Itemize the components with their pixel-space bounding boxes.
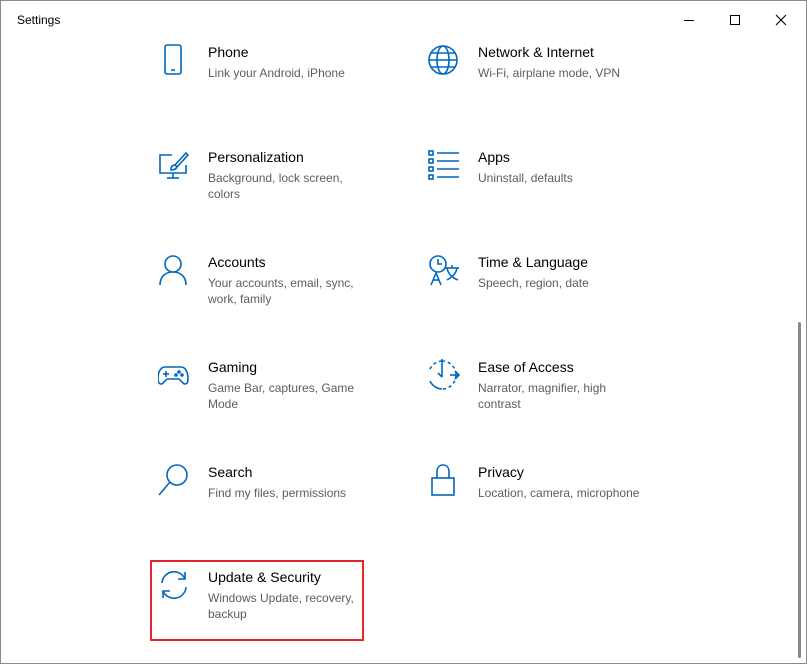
settings-tile-time-language[interactable]: Time & Language Speech, region, date xyxy=(428,254,658,334)
highlight-box xyxy=(150,560,364,641)
settings-tile-gaming[interactable]: Gaming Game Bar, captures, Game Mode xyxy=(158,359,388,439)
tile-description: Link your Android, iPhone xyxy=(208,66,345,80)
scrollbar[interactable] xyxy=(798,322,801,658)
window-title: Settings xyxy=(17,13,61,27)
maximize-icon xyxy=(730,15,740,25)
settings-home: Phone Link your Android, iPhone Network … xyxy=(1,39,806,663)
tile-description: Wi-Fi, airplane mode, VPN xyxy=(478,66,621,80)
settings-tile-search[interactable]: Search Find my files, permissions xyxy=(158,464,388,544)
tile-title: Apps xyxy=(478,149,510,165)
settings-tile-apps[interactable]: Apps Uninstall, defaults xyxy=(428,149,658,229)
tile-title: Privacy xyxy=(478,464,524,480)
time-language-icon xyxy=(428,254,460,286)
close-icon xyxy=(775,14,787,26)
tile-title: Personalization xyxy=(208,149,304,165)
settings-tile-personalization[interactable]: Personalization Background, lock screen,… xyxy=(158,149,388,229)
settings-tile-network[interactable]: Network & Internet Wi-Fi, airplane mode,… xyxy=(428,44,658,124)
tile-description: Your accounts, email, sync, work, family xyxy=(208,276,354,306)
tile-description: Find my files, permissions xyxy=(208,486,347,500)
settings-window: Settings Phone Link your Android, iPhone… xyxy=(0,0,807,664)
tile-title: Time & Language xyxy=(478,254,588,270)
gamepad-icon xyxy=(158,359,190,391)
tile-title: Ease of Access xyxy=(478,359,574,375)
title-bar[interactable]: Settings xyxy=(1,1,806,39)
lock-icon xyxy=(428,464,460,496)
settings-tile-accounts[interactable]: Accounts Your accounts, email, sync, wor… xyxy=(158,254,388,334)
tile-description: Background, lock screen, colors xyxy=(208,171,343,201)
tile-description: Uninstall, defaults xyxy=(478,171,573,185)
person-icon xyxy=(158,254,190,286)
paint-monitor-icon xyxy=(158,149,190,181)
tile-title: Gaming xyxy=(208,359,258,375)
close-button[interactable] xyxy=(758,1,804,39)
tile-description: Game Bar, captures, Game Mode xyxy=(208,381,355,411)
tile-description: Narrator, magnifier, high contrast xyxy=(478,381,607,411)
settings-tile-ease-of-access[interactable]: Ease of Access Narrator, magnifier, high… xyxy=(428,359,658,439)
settings-tile-phone[interactable]: Phone Link your Android, iPhone xyxy=(158,44,388,124)
apps-list-icon xyxy=(428,149,460,181)
settings-tile-privacy[interactable]: Privacy Location, camera, microphone xyxy=(428,464,658,544)
tile-title: Accounts xyxy=(208,254,266,270)
maximize-button[interactable] xyxy=(712,1,758,39)
tile-title: Phone xyxy=(208,44,249,60)
tile-title: Search xyxy=(208,464,253,480)
globe-icon xyxy=(428,44,460,76)
ease-of-access-icon xyxy=(428,359,460,391)
minimize-button[interactable] xyxy=(666,1,712,39)
phone-icon xyxy=(158,44,190,76)
tile-description: Location, camera, microphone xyxy=(478,486,640,500)
minimize-icon xyxy=(684,20,694,21)
search-icon xyxy=(158,464,190,496)
tile-description: Speech, region, date xyxy=(478,276,589,290)
tile-title: Network & Internet xyxy=(478,44,594,60)
